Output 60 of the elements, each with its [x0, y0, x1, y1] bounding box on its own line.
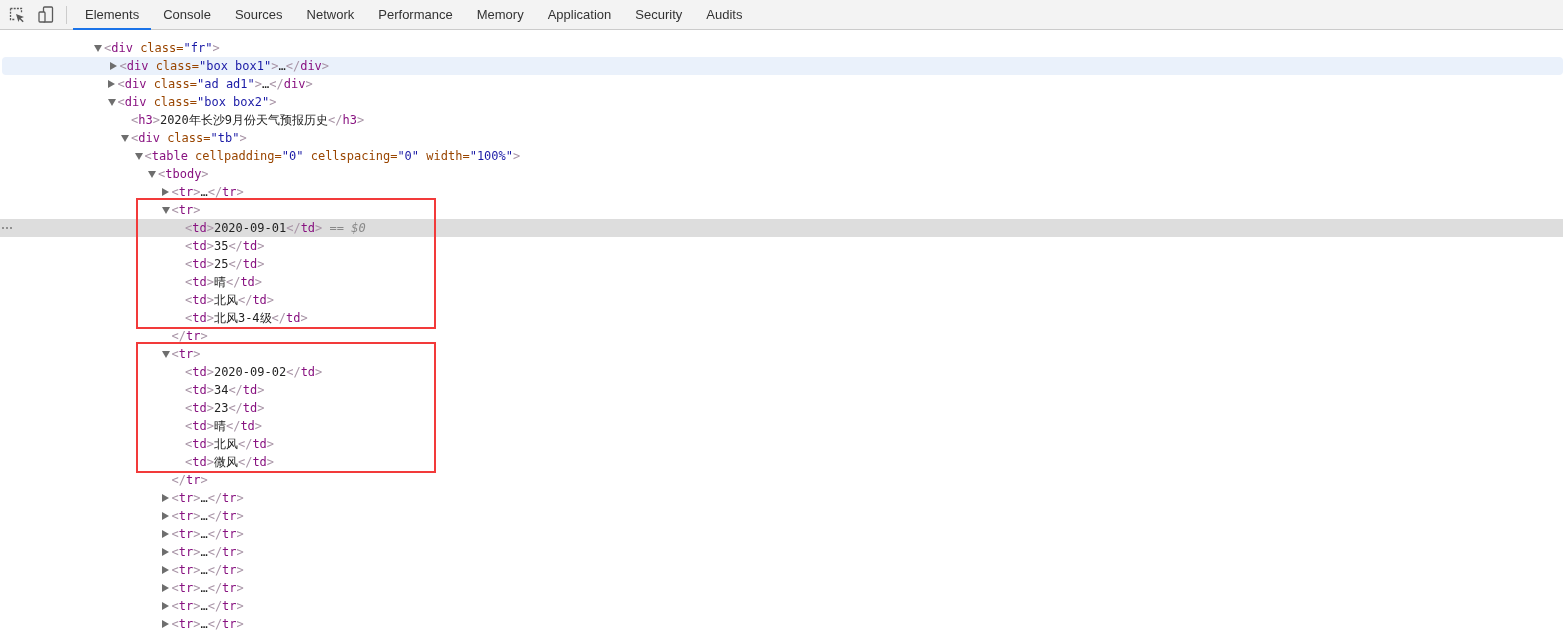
panel-tab[interactable]: Console	[151, 0, 223, 30]
dom-node-markup: <div class="tb">	[131, 130, 247, 147]
dom-node-markup: <td>晴</td>	[185, 418, 263, 435]
dom-node-markup: <td>23</td>	[185, 400, 265, 417]
disclosure-arrow-icon[interactable]	[161, 188, 169, 196]
dom-node-markup: <td>微风</td>	[185, 454, 275, 471]
dom-node-markup: <td>北风3-4级</td>	[185, 310, 308, 327]
disclosure-arrow-icon[interactable]	[161, 566, 169, 574]
dom-node-markup: <div class="ad ad1">…</div>	[117, 76, 313, 93]
panel-tab[interactable]: Network	[294, 0, 367, 30]
panel-tab[interactable]: Performance	[366, 0, 465, 30]
dom-node-markup: <tr>	[171, 346, 201, 363]
disclosure-arrow-icon[interactable]	[161, 548, 169, 556]
disclosure-arrow-icon[interactable]	[148, 170, 156, 178]
dom-node-markup: <td>晴</td>	[185, 274, 263, 291]
closing-tag: </tr>	[171, 327, 208, 345]
dom-node-markup: <div class="fr">	[104, 40, 220, 57]
disclosure-arrow-icon[interactable]	[161, 584, 169, 592]
dom-node-markup: <td>2020-09-01</td> == $0	[185, 220, 366, 237]
dom-node-markup: <h3>2020年长沙9月份天气预报历史</h3>	[131, 112, 365, 129]
disclosure-arrow-icon[interactable]	[161, 494, 169, 502]
closing-tag: </tr>	[171, 471, 208, 489]
dom-node-markup: <tr>…</tr>	[171, 490, 244, 507]
disclosure-arrow-icon[interactable]	[107, 80, 115, 88]
dom-node-markup: <tr>…</tr>	[171, 616, 244, 633]
panel-tab[interactable]: Audits	[694, 0, 755, 30]
disclosure-arrow-icon[interactable]	[134, 152, 143, 160]
dom-node-markup: <tr>…</tr>	[171, 580, 244, 597]
dom-node-markup: <tr>…</tr>	[171, 184, 244, 201]
dom-node-markup: <td>34</td>	[185, 382, 265, 399]
dom-node-markup: <tr>…</tr>	[171, 526, 244, 543]
device-icon[interactable]	[38, 5, 54, 24]
dom-node-markup: <table cellpadding="0" cellspacing="0" width="100%">	[144, 148, 521, 165]
dom-node-markup: <td>25</td>	[185, 256, 265, 273]
disclosure-arrow-icon[interactable]	[109, 62, 117, 70]
panel-tab[interactable]: Memory	[464, 0, 536, 30]
disclosure-arrow-icon[interactable]	[161, 602, 169, 610]
disclosure-arrow-icon[interactable]	[121, 134, 129, 142]
panel-tab[interactable]: Sources	[222, 0, 295, 30]
disclosure-arrow-icon[interactable]	[161, 620, 169, 628]
dom-node-markup: <td>35</td>	[185, 238, 265, 255]
dom-node-markup: <div class="box box1">…</div>	[119, 58, 330, 75]
dom-node-markup: <td>2020-09-02</td>	[185, 364, 323, 381]
dom-node-markup: <tr>…</tr>	[171, 598, 244, 615]
disclosure-arrow-icon[interactable]	[161, 530, 169, 538]
panel-tab[interactable]: Elements	[73, 0, 152, 30]
dom-node-markup: <tr>	[171, 202, 201, 219]
dom-node-markup: <tr>…</tr>	[171, 562, 244, 579]
disclosure-arrow-icon[interactable]	[161, 350, 170, 358]
dom-node-markup: <td>北风</td>	[185, 292, 275, 309]
disclosure-arrow-icon[interactable]	[107, 98, 116, 106]
disclosure-arrow-icon[interactable]	[161, 512, 169, 520]
inspect-icon[interactable]	[9, 6, 25, 23]
dom-node-markup: <div class="box box2">	[117, 94, 277, 111]
dom-node-markup: <tr>…</tr>	[171, 508, 244, 525]
dom-node-markup: <td>北风</td>	[185, 436, 275, 453]
panel-tab[interactable]: Security	[623, 0, 695, 30]
dom-node-markup: <tr>…</tr>	[171, 544, 244, 561]
dom-node-markup: <tbody>	[158, 166, 209, 183]
panel-tab[interactable]: Application	[535, 0, 624, 30]
